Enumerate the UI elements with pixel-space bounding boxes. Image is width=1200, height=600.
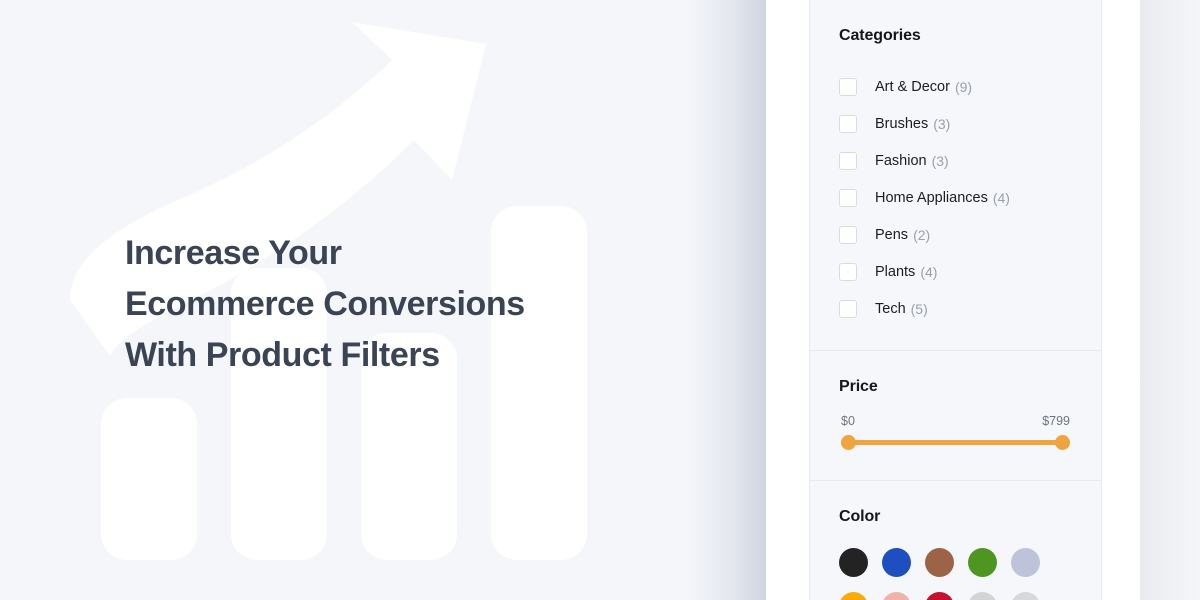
price-slider-handle-min[interactable]	[841, 435, 856, 450]
category-label: Pens	[875, 226, 909, 243]
color-swatch-cell	[968, 548, 1011, 592]
color-swatch-periwinkle-gray[interactable]	[1011, 548, 1040, 577]
price-min-label: $0	[841, 414, 855, 428]
panel-left-gutter	[766, 0, 809, 600]
headline-line-1: Increase Your	[125, 234, 342, 272]
filter-section-color: Color	[810, 480, 1101, 600]
color-swatch-cell	[968, 592, 1011, 600]
headline-line-3: With Product Filters	[125, 336, 440, 374]
category-label: Tech	[875, 300, 906, 317]
checkbox-brushes[interactable]	[839, 114, 857, 133]
category-count: (3)	[931, 152, 949, 169]
price-range-slider[interactable]	[841, 435, 1070, 451]
category-label: Fashion	[875, 152, 927, 169]
color-swatch-brown[interactable]	[925, 548, 954, 577]
category-row-plants[interactable]: Plants (4)	[839, 253, 1072, 290]
checkbox-pens[interactable]	[839, 225, 857, 244]
category-count: (4)	[920, 263, 938, 280]
category-row-art-decor[interactable]: Art & Decor (9)	[839, 68, 1072, 105]
color-swatch-light-gray[interactable]	[968, 592, 997, 600]
color-title: Color	[839, 508, 881, 525]
category-row-brushes[interactable]: Brushes (3)	[839, 105, 1072, 142]
color-swatch-cell	[839, 592, 882, 600]
color-swatch-cell	[1011, 592, 1054, 600]
chart-bar-1	[101, 398, 197, 560]
price-max-label: $799	[1042, 414, 1070, 428]
color-swatch-black[interactable]	[839, 548, 868, 577]
filter-section-categories: Categories Art & Decor (9) Brushes (3) F…	[810, 0, 1101, 350]
category-label: Art & Decor	[875, 78, 950, 95]
color-swatch-cell	[1011, 548, 1054, 592]
hero-section: Increase Your Ecommerce Conversions With…	[0, 0, 766, 600]
price-scale-labels: $0 $799	[841, 413, 1070, 429]
category-row-fashion[interactable]: Fashion (3)	[839, 142, 1072, 179]
checkbox-fashion[interactable]	[839, 151, 857, 170]
checkbox-tech[interactable]	[839, 299, 857, 318]
color-swatch-silver-gray[interactable]	[1011, 592, 1040, 600]
headline-line-2: Ecommerce Conversions	[125, 285, 525, 323]
color-swatch-peach[interactable]	[882, 592, 911, 600]
color-swatch-amber[interactable]	[839, 592, 868, 600]
filter-section-price: Price $0 $799	[810, 350, 1101, 480]
product-filter-panel: Categories Art & Decor (9) Brushes (3) F…	[809, 0, 1102, 600]
color-swatch-green[interactable]	[968, 548, 997, 577]
checkbox-art-decor[interactable]	[839, 77, 857, 96]
category-count: (3)	[933, 115, 951, 132]
category-label: Plants	[875, 263, 916, 280]
panel-right-gutter	[1102, 0, 1140, 600]
color-swatch-grid	[839, 548, 1075, 600]
category-row-pens[interactable]: Pens (2)	[839, 216, 1072, 253]
color-swatch-cell	[882, 592, 925, 600]
category-label: Home Appliances	[875, 189, 988, 206]
color-swatch-cell	[839, 548, 882, 592]
color-swatch-cell	[925, 592, 968, 600]
category-count: (5)	[910, 300, 928, 317]
checkbox-plants[interactable]	[839, 262, 857, 281]
page-root: Increase Your Ecommerce Conversions With…	[0, 0, 1200, 600]
category-count: (2)	[913, 226, 931, 243]
category-label: Brushes	[875, 115, 929, 132]
color-swatch-cell	[925, 548, 968, 592]
category-row-home-appliances[interactable]: Home Appliances (4)	[839, 179, 1072, 216]
category-count: (9)	[954, 78, 973, 95]
category-row-tech[interactable]: Tech (5)	[839, 290, 1072, 327]
page-right-edge-shadow	[1140, 0, 1200, 600]
color-swatch-crimson[interactable]	[925, 592, 954, 600]
color-swatch-cell	[882, 548, 925, 592]
price-title: Price	[839, 378, 878, 395]
hero-headline: Increase Your Ecommerce Conversions With…	[125, 228, 685, 381]
color-swatch-blue[interactable]	[882, 548, 911, 577]
category-count: (4)	[992, 189, 1010, 206]
price-slider-handle-max[interactable]	[1055, 435, 1070, 450]
checkbox-home-appliances[interactable]	[839, 188, 857, 207]
price-slider-selected-range	[841, 440, 1070, 445]
categories-title: Categories	[839, 27, 921, 44]
